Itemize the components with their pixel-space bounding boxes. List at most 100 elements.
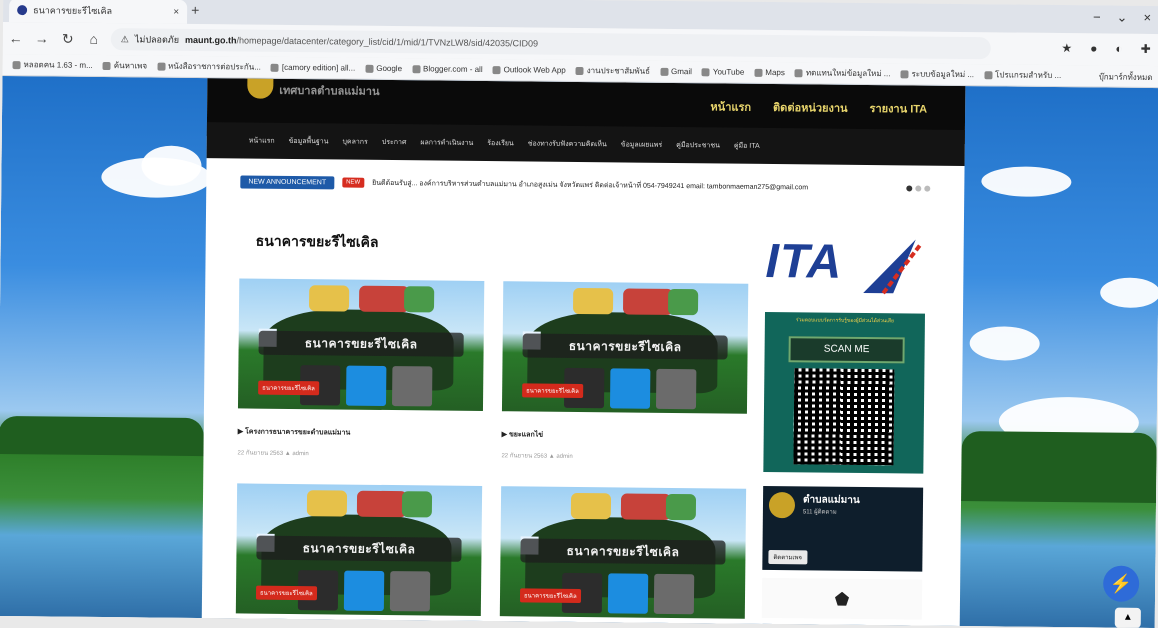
- new-tab-icon[interactable]: +: [191, 2, 199, 18]
- browser-tab[interactable]: ธนาคารขยะรีไซเคิล ×: [8, 0, 188, 24]
- bookmark-item[interactable]: YouTube: [701, 67, 744, 77]
- cloud: [1100, 277, 1158, 309]
- seal-icon: [835, 592, 849, 606]
- bookmark-item[interactable]: Maps: [754, 68, 785, 77]
- menu-item[interactable]: ข้อมูลพื้นฐาน: [289, 135, 329, 146]
- thumb-junk: [356, 490, 408, 518]
- menu-item[interactable]: คู่มือ ITA: [734, 140, 760, 151]
- tab-title: ธนาคารขยะรีไซเคิล: [33, 5, 113, 17]
- messenger-icon[interactable]: ⚡: [1102, 565, 1140, 602]
- follow-page-button[interactable]: ติดตามเพจ: [768, 549, 808, 565]
- bookmark-star-icon[interactable]: ★: [1061, 41, 1072, 55]
- bookmark-item[interactable]: Gmail: [659, 67, 692, 76]
- all-bookmarks[interactable]: บุ๊กมาร์กทั้งหมด: [1099, 70, 1153, 84]
- bookmark-item[interactable]: Blogger.com - all: [412, 64, 483, 74]
- address-bar[interactable]: ⚠ ไม่ปลอดภัย maunt.go.th /homepage/datac…: [110, 28, 991, 60]
- thumb-bin: [653, 573, 695, 615]
- thumb-banner: ธนาคารขยะรีไซเคิล: [522, 333, 728, 360]
- bookmark-item[interactable]: โปรแกรมสำหรับ ...: [984, 68, 1061, 82]
- menu-item[interactable]: ประกาศ: [382, 136, 407, 147]
- bookmark-favicon-icon: [102, 61, 111, 70]
- dot-icon[interactable]: [924, 185, 931, 192]
- facebook-page-widget[interactable]: ตำบลแม่มาน 511 ผู้ติดตาม ติดตามเพจ: [762, 485, 924, 572]
- back-icon[interactable]: ←: [3, 30, 29, 46]
- warning-icon[interactable]: ⚠: [121, 34, 129, 45]
- bookmark-favicon-icon: [575, 66, 584, 75]
- post-card[interactable]: ธนาคารขยะรีไซเคิล ธนาคารขยะรีไซเคิล: [499, 486, 747, 619]
- chevron-down-icon[interactable]: ⌄: [1117, 10, 1128, 26]
- website-content: เทศบาลตำบลแม่มาน หน้าแรก ติดต่อหน่วยงาน …: [201, 78, 966, 627]
- thumb-banner: ธนาคารขยะรีไซเคิล: [256, 535, 462, 562]
- site-main-menu: หน้าแรก ข้อมูลพื้นฐาน บุคลากร ประกาศ ผลก…: [206, 122, 965, 167]
- new-badge: NEW: [342, 177, 365, 188]
- bookmark-item[interactable]: ทดแทนใหม่ข้อมูลใหม่ ...: [794, 66, 891, 80]
- thumb-junk: [622, 288, 674, 315]
- bookmark-favicon-icon: [412, 64, 421, 73]
- menu-item[interactable]: หน้าแรก: [249, 135, 275, 146]
- thumb-junk: [665, 493, 697, 521]
- thumb-tag: ธนาคารขยะรีไซเคิล: [258, 380, 319, 396]
- menu-item[interactable]: ร้องเรียน: [487, 138, 514, 149]
- post-thumbnail[interactable]: ธนาคารขยะรีไซเคิล ธนาคารขยะรีไซเคิล: [501, 281, 749, 414]
- extension-icon[interactable]: ●: [1090, 41, 1097, 55]
- post-title[interactable]: ▶ โครงการธนาคารขยะตำบลแม่มาน: [238, 426, 483, 440]
- post-card[interactable]: ธนาคารขยะรีไซเคิล ธนาคารขยะรีไซเคิล ▶ โค…: [237, 278, 485, 460]
- bookmark-favicon-icon: [754, 68, 763, 77]
- forward-icon[interactable]: →: [29, 30, 55, 46]
- top-link[interactable]: รายงาน ITA: [869, 99, 928, 118]
- bookmark-item[interactable]: ค้นหาเพจ: [102, 59, 147, 72]
- close-tab-icon[interactable]: ×: [173, 6, 179, 17]
- post-thumbnail[interactable]: ธนาคารขยะรีไซเคิล ธนาคารขยะรีไซเคิล: [235, 483, 483, 616]
- profile-icon[interactable]: ◐: [1115, 42, 1122, 56]
- bookmark-item[interactable]: Outlook Web App: [492, 65, 566, 75]
- fb-followers: 511 ผู้ติดตาม: [802, 509, 837, 516]
- top-links: หน้าแรก ติดต่อหน่วยงาน รายงาน ITA: [710, 97, 927, 117]
- menu-item[interactable]: ช่องทางรับฟังความคิดเห็น: [528, 138, 607, 150]
- dot-icon[interactable]: [906, 185, 913, 192]
- thumb-junk: [570, 492, 612, 520]
- ita-logo[interactable]: ITA: [765, 234, 926, 300]
- thumb-junk: [306, 490, 348, 517]
- reload-icon[interactable]: ↻: [55, 30, 81, 47]
- official-seal-banner[interactable]: [761, 577, 923, 620]
- bookmark-item[interactable]: หลอดคน 1.63 - m...: [12, 58, 93, 72]
- thumb-junk: [572, 287, 614, 315]
- menu-item[interactable]: ข้อมูลเผยแพร่: [621, 139, 662, 150]
- post-card[interactable]: ธนาคารขยะรีไซเคิล ธนาคารขยะรีไซเคิล ▶ ขย…: [501, 281, 749, 463]
- post-card[interactable]: ธนาคารขยะรีไซเคิล ธนาคารขยะรีไซเคิล: [235, 483, 483, 616]
- thumb-junk: [358, 285, 410, 313]
- post-meta: 22 กันยายน 2563 ▲ admin: [237, 450, 309, 458]
- qr-code-icon[interactable]: [793, 368, 895, 466]
- post-thumbnail[interactable]: ธนาคารขยะรีไซเคิล ธนาคารขยะรีไซเคิล: [499, 486, 747, 619]
- post-meta: 22 กันยายน 2563 ▲ admin: [501, 453, 573, 460]
- close-window-icon[interactable]: ×: [1143, 10, 1151, 26]
- thumb-bin: [655, 368, 697, 410]
- menu-item[interactable]: คู่มือประชาชน: [676, 140, 720, 151]
- bookmark-item[interactable]: ระบบข้อมูลใหม่ ...: [900, 67, 974, 81]
- top-link[interactable]: ติดต่อหน่วยงาน: [773, 98, 848, 117]
- post-title[interactable]: ▶ ขยะแลกไข่: [502, 429, 747, 443]
- dot-icon[interactable]: [915, 185, 922, 192]
- thumb-junk: [401, 491, 433, 518]
- bookmark-favicon-icon: [365, 64, 374, 73]
- extensions-puzzle-icon[interactable]: ✚: [1141, 42, 1151, 56]
- cloud: [969, 326, 1040, 361]
- menu-item[interactable]: ผลการดำเนินงาน: [420, 137, 473, 149]
- bookmark-item[interactable]: หนังสือราชการต่อประกัน...: [157, 60, 261, 74]
- scan-me-label: SCAN ME: [788, 336, 905, 364]
- bookmark-item[interactable]: Google: [365, 64, 402, 73]
- bookmark-item[interactable]: งานประชาสัมพันธ์: [575, 64, 650, 78]
- ita-survey-banner[interactable]: ร่วมตอบแบบวัดการรับรู้ของผู้มีส่วนได้ส่ว…: [763, 311, 925, 474]
- post-thumbnail[interactable]: ธนาคารขยะรีไซเคิล ธนาคารขยะรีไซเคิล: [237, 278, 485, 411]
- survey-title: ร่วมตอบแบบวัดการรับรู้ของผู้มีส่วนได้ส่ว…: [795, 317, 894, 325]
- home-icon[interactable]: ⌂: [81, 31, 107, 47]
- window-controls: − ⌄ ×: [1093, 9, 1151, 26]
- site-logo[interactable]: [247, 78, 274, 99]
- chevron-up-icon[interactable]: ▲: [1114, 607, 1141, 628]
- thumb-tag: ธนาคารขยะรีไซเคิล: [255, 585, 317, 601]
- bookmark-item[interactable]: [camory edition] all...: [270, 63, 355, 73]
- news-text[interactable]: ยินดีต้อนรับสู่... องค์การบริหารส่วนตำบล…: [372, 177, 898, 194]
- top-link[interactable]: หน้าแรก: [710, 97, 751, 115]
- minimize-icon[interactable]: −: [1093, 9, 1101, 25]
- menu-item[interactable]: บุคลากร: [342, 136, 367, 147]
